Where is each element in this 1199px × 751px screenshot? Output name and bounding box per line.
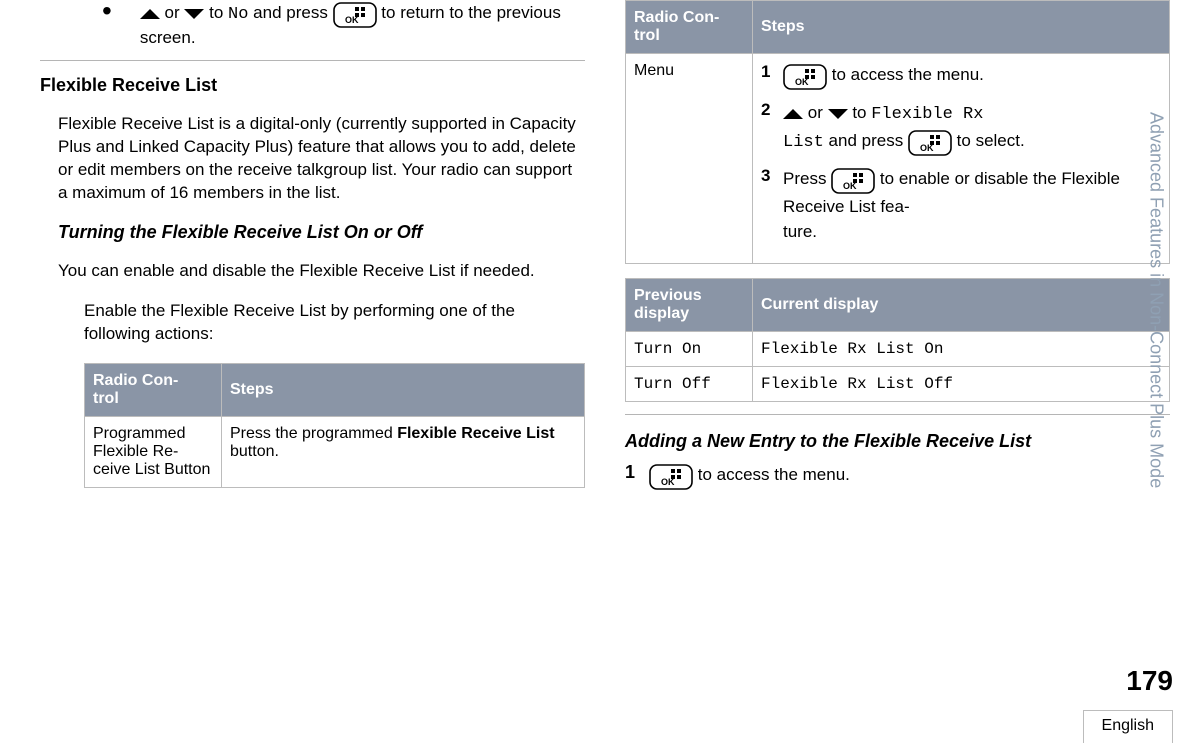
cell-menu: Menu	[626, 54, 753, 264]
cell-turn-off: Turn Off	[626, 366, 753, 401]
th-steps: Steps	[222, 363, 585, 416]
down-arrow-icon	[828, 109, 848, 119]
text-list: List	[783, 133, 824, 152]
text-access-menu-2: to access the menu.	[698, 465, 850, 484]
cell-press-flexible: Press the programmed Flexible Receive Li…	[222, 416, 585, 487]
down-arrow-icon	[184, 9, 204, 19]
th-radio-control-2: Radio Con- trol	[626, 1, 753, 54]
table-row: Turn On Flexible Rx List On	[626, 331, 1170, 366]
up-arrow-icon	[140, 9, 160, 19]
text-no: No	[228, 5, 248, 24]
turn-description: You can enable and disable the Flexible …	[58, 260, 585, 283]
ok-button-icon	[831, 168, 875, 194]
text-to-2: to	[852, 103, 871, 122]
text-flexible-rx: Flexible Rx	[871, 105, 983, 124]
prev-screen-bullet: • or to No and press to return to the pr…	[102, 2, 585, 48]
divider	[625, 414, 1170, 415]
table-radio-control-1: Radio Con- trol Steps Programmed Flexibl…	[84, 363, 585, 488]
up-arrow-icon	[783, 109, 803, 119]
heading-turning-on-off: Turning the Flexible Receive List On or …	[58, 222, 585, 243]
heading-flexible-receive-list: Flexible Receive List	[40, 75, 585, 96]
right-column: Radio Con- trol Steps Menu 1 to access t…	[605, 0, 1190, 490]
text-and-press: and press	[253, 3, 332, 22]
table-row: Turn Off Flexible Rx List Off	[626, 366, 1170, 401]
ok-button-icon	[333, 2, 377, 28]
cell-turn-on: Turn On	[626, 331, 753, 366]
side-tab: Advanced Features in Non-Connect Plus Mo…	[1143, 0, 1169, 600]
language-box: English	[1083, 710, 1173, 743]
frl-description: Flexible Receive List is a digital-only …	[58, 113, 585, 205]
text-or-2: or	[808, 103, 828, 122]
text-or: or	[165, 3, 185, 22]
cell-frl-on: Flexible Rx List On	[753, 331, 1170, 366]
text-access-menu: to access the menu.	[832, 65, 984, 84]
heading-adding-entry: Adding a New Entry to the Flexible Recei…	[625, 431, 1170, 452]
text-and-press-2: and press	[829, 131, 908, 150]
ok-button-icon	[908, 130, 952, 156]
enable-instruction: Enable the Flexible Receive List by perf…	[84, 300, 585, 346]
side-tab-label: Advanced Features in Non-Connect Plus Mo…	[1146, 112, 1167, 488]
text-press: Press the programmed	[230, 425, 397, 442]
text-to: to	[209, 3, 228, 22]
th-current-display: Current display	[753, 278, 1170, 331]
table-row: Programmed Flexible Re- ceive List Butto…	[85, 416, 585, 487]
text-frl-bold: Flexible Receive List	[397, 425, 554, 442]
ok-button-icon	[649, 464, 693, 490]
divider	[40, 60, 585, 61]
add-step-1: 1 to access the menu.	[625, 462, 1170, 490]
text-button: button.	[230, 443, 279, 460]
table-display: Previous display Current display Turn On…	[625, 278, 1170, 402]
page: Advanced Features in Non-Connect Plus Mo…	[0, 0, 1199, 751]
table-radio-control-2: Radio Con- trol Steps Menu 1 to access t…	[625, 0, 1170, 264]
page-number: 179	[1126, 665, 1173, 697]
th-radio-control: Radio Con- trol	[85, 363, 222, 416]
cell-menu-steps: 1 to access the menu. 2 or	[753, 54, 1170, 264]
th-steps-2: Steps	[753, 1, 1170, 54]
text-press-3: Press	[783, 169, 831, 188]
th-previous-display: Previous display	[626, 278, 753, 331]
table-row: Menu 1 to access the menu.	[626, 54, 1170, 264]
cell-programmed-button: Programmed Flexible Re- ceive List Butto…	[85, 416, 222, 487]
text-to-select: to select.	[957, 131, 1025, 150]
cell-frl-off: Flexible Rx List Off	[753, 366, 1170, 401]
left-column: • or to No and press to return to the pr…	[10, 0, 605, 490]
ok-button-icon	[783, 64, 827, 90]
